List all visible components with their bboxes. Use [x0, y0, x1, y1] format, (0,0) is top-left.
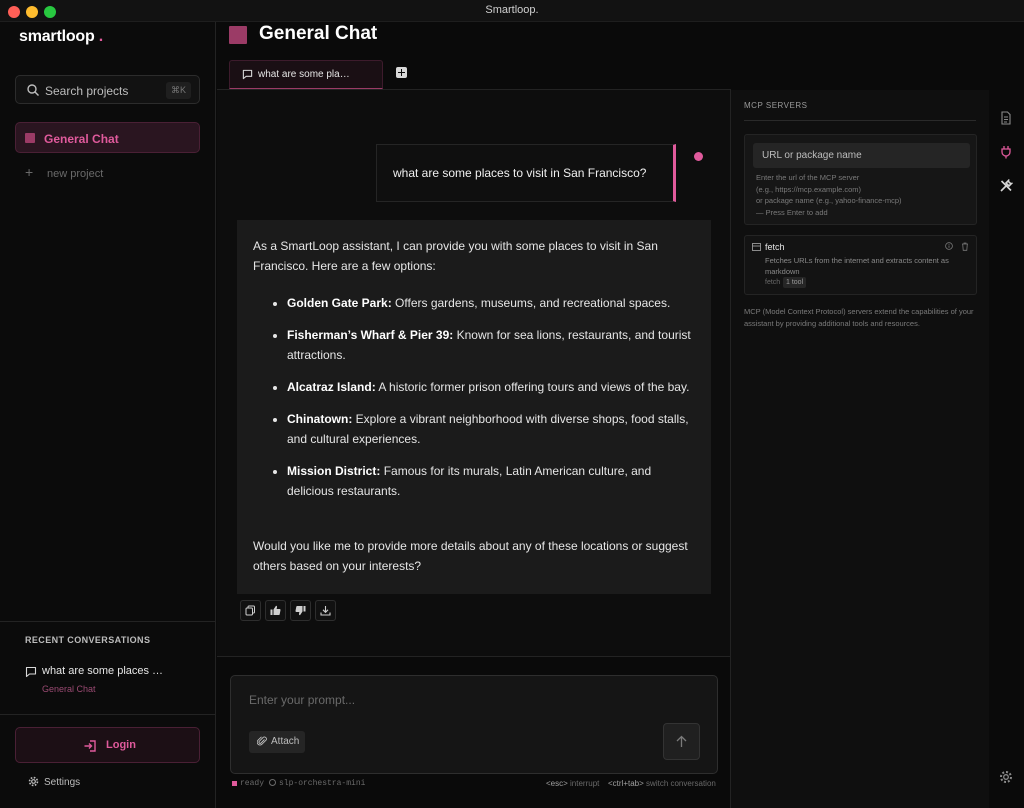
gear-icon[interactable]	[999, 770, 1013, 784]
app-logo: smartloop .	[19, 28, 104, 45]
interrupt-hint: <esc> interrupt	[546, 779, 600, 788]
chat-header: General Chat what are some pla…	[217, 22, 1024, 90]
new-tab-plus-icon[interactable]	[396, 67, 407, 78]
list-item: Chinatown: Explore a vibrant neighborhoo…	[287, 409, 691, 449]
server-icon	[752, 243, 761, 251]
document-icon[interactable]	[999, 111, 1013, 125]
mcp-url-input[interactable]: URL or package name	[753, 143, 970, 168]
paperclip-icon	[257, 736, 267, 746]
prompt-input[interactable]: Enter your prompt... Attach	[230, 675, 718, 774]
user-message-text: what are some places to visit in San Fra…	[393, 166, 647, 180]
plug-icon[interactable]	[999, 145, 1013, 159]
search-icon	[27, 84, 39, 96]
model-name: slp-orchestra-mini	[269, 779, 365, 788]
mcp-heading: MCP SERVERS	[744, 101, 808, 110]
thumbs-up-icon	[270, 605, 281, 615]
mcp-add-card: URL or package name Enter the url of the…	[744, 134, 977, 225]
list-item: Mission District: Famous for its murals,…	[287, 461, 691, 501]
login-button[interactable]: Login	[15, 727, 200, 763]
thumbs-down-button[interactable]	[290, 600, 311, 621]
list-item: Fisherman’s Wharf & Pier 39: Known for s…	[287, 325, 691, 365]
thumbs-down-icon	[295, 606, 306, 616]
assistant-intro: As a SmartLoop assistant, I can provide …	[253, 239, 658, 273]
chat-bubble-icon	[242, 69, 253, 80]
mcp-servers-panel: MCP SERVERS URL or package name Enter th…	[731, 90, 989, 808]
copy-icon	[245, 605, 255, 616]
mcp-server-description: Fetches URLs from the internet and extra…	[765, 256, 949, 276]
tool-count-badge: 1 tool	[783, 277, 807, 288]
status-indicator	[232, 781, 237, 786]
divider	[744, 120, 976, 121]
login-label: Login	[106, 739, 136, 751]
thumbs-up-button[interactable]	[265, 600, 286, 621]
trash-icon[interactable]	[961, 242, 969, 251]
status-text: ready	[240, 779, 265, 788]
copy-button[interactable]	[240, 600, 261, 621]
tools-icon[interactable]	[999, 179, 1013, 193]
arrow-up-icon	[676, 735, 687, 747]
status-bar: ready slp-orchestra-mini <esc> interrupt…	[232, 778, 716, 790]
page-title: General Chat	[259, 23, 378, 44]
chat-bubble-icon	[25, 666, 37, 678]
recent-conversations-heading: RECENT CONVERSATIONS	[25, 635, 151, 645]
gear-icon	[28, 776, 39, 787]
tab-label: what are some pla…	[258, 69, 350, 80]
right-icon-rail	[989, 90, 1024, 808]
project-item-general-chat[interactable]: General Chat	[15, 122, 200, 153]
search-shortcut: ⌘K	[165, 82, 191, 99]
attach-label: Attach	[271, 736, 300, 747]
prompt-placeholder: Enter your prompt...	[249, 693, 356, 707]
divider	[217, 656, 731, 657]
recent-conversation-project: General Chat	[42, 684, 96, 694]
tab-conversation[interactable]: what are some pla…	[229, 60, 383, 89]
plus-icon: +	[25, 164, 34, 180]
user-indicator-dot	[694, 152, 703, 161]
settings-button[interactable]: Settings	[28, 776, 80, 788]
divider	[0, 714, 216, 715]
project-label: General Chat	[44, 132, 119, 146]
window-title: Smartloop.	[485, 4, 539, 16]
login-icon	[84, 740, 96, 752]
divider	[0, 621, 216, 622]
assistant-list: Golden Gate Park: Offers gardens, museum…	[271, 293, 691, 513]
mcp-help-text: Enter the url of the MCP server (e.g., h…	[756, 173, 902, 217]
list-item: Golden Gate Park: Offers gardens, museum…	[287, 293, 691, 313]
list-item: Alcatraz Island: A historic former priso…	[287, 377, 691, 397]
info-icon[interactable]	[945, 242, 953, 250]
window-titlebar: Smartloop.	[0, 0, 1024, 22]
mcp-footer-text: MCP (Model Context Protocol) servers ext…	[744, 307, 974, 328]
mcp-server-name: fetch	[765, 242, 785, 252]
switch-conversation-hint: <ctrl+tab> switch conversation	[608, 779, 716, 788]
assistant-message: As a SmartLoop assistant, I can provide …	[237, 220, 711, 594]
download-icon	[320, 606, 331, 616]
chat-messages: what are some places to visit in San Fra…	[217, 90, 730, 656]
recent-conversation-title: what are some places …	[42, 665, 164, 677]
sidebar: smartloop . Search projects ⌘K General C…	[0, 22, 216, 808]
search-projects[interactable]: Search projects ⌘K	[15, 75, 200, 104]
model-icon	[269, 779, 276, 786]
search-projects-label: Search projects	[45, 84, 129, 98]
send-button[interactable]	[663, 723, 700, 760]
attach-button[interactable]: Attach	[249, 731, 305, 753]
project-color-swatch	[229, 26, 247, 44]
download-button[interactable]	[315, 600, 336, 621]
mcp-url-placeholder: URL or package name	[762, 150, 862, 161]
mcp-server-tag: fetch	[765, 279, 781, 286]
mcp-server-card: fetch Fetches URLs from the internet and…	[744, 235, 977, 295]
new-project-button[interactable]: + new project	[25, 164, 103, 180]
assistant-outro: Would you like me to provide more detail…	[253, 539, 688, 573]
project-color-swatch	[25, 133, 35, 143]
user-message: what are some places to visit in San Fra…	[376, 144, 676, 202]
